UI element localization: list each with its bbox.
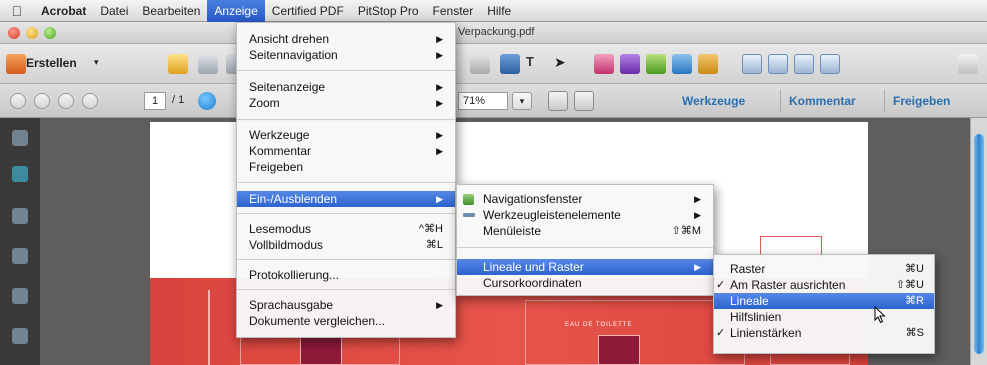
ein-ausblenden-submenu: Navigationsfenster ▶ Werkzeugleisteneleme…	[456, 184, 714, 296]
lineale-und-raster-submenu: Raster ⌘U ✓ Am Raster ausrichten ⇧⌘U Lineal…	[713, 254, 935, 354]
zoom-dropdown[interactable]: ▾	[512, 92, 532, 110]
menu-fenster[interactable]: Fenster	[426, 0, 481, 22]
menu-item-linienstaerken[interactable]: ✓ Linienstärken ⌘S	[714, 325, 934, 341]
first-page-icon[interactable]	[10, 93, 26, 109]
menu-item-seitenanzeige[interactable]: Seitenanzeige ▶	[237, 79, 455, 95]
tab-werkzeuge[interactable]: Werkzeuge	[674, 90, 753, 112]
zoom-input[interactable]: 71%	[458, 92, 508, 110]
chart-icon[interactable]	[646, 54, 666, 74]
create-button-label[interactable]: Erstellen	[26, 56, 77, 70]
menu-item-freigeben[interactable]: Freigeben	[237, 159, 455, 175]
checkbox-field-icon[interactable]	[768, 54, 788, 74]
next-page-icon[interactable]	[58, 93, 74, 109]
attachments-panel-icon[interactable]	[12, 288, 28, 304]
scroll-thumb[interactable]	[974, 134, 984, 354]
layers-panel-icon[interactable]	[12, 248, 28, 264]
page-number-input[interactable]: 1	[144, 92, 166, 110]
vertical-scrollbar[interactable]	[970, 118, 987, 365]
menu-item-cursorkoordinaten[interactable]: Cursorkoordinaten	[457, 275, 713, 291]
menu-item-werkzeuge[interactable]: Werkzeuge ▶	[237, 127, 455, 143]
model-tree-panel-icon[interactable]	[12, 328, 28, 344]
left-navigation-panel	[0, 118, 40, 365]
dropdown-field-icon[interactable]	[820, 54, 840, 74]
menu-item-kommentar[interactable]: Kommentar ▶	[237, 143, 455, 159]
window-title: Verpackung.pdf	[458, 26, 535, 38]
create-dropdown-arrow[interactable]: ▾	[94, 57, 99, 68]
artwork-label: EAU DE TOILETTE	[565, 322, 633, 328]
menu-item-seitennavigation[interactable]: Seitennavigation ▶	[237, 47, 455, 63]
signatures-panel-icon[interactable]	[12, 208, 28, 224]
checkmark-icon: ✓	[716, 279, 726, 291]
menu-acrobat[interactable]: Acrobat	[34, 0, 93, 22]
text-tool-icon[interactable]: T	[526, 54, 546, 74]
menu-pitstop-pro[interactable]: PitStop Pro	[351, 0, 426, 22]
mouse-cursor-icon	[874, 306, 886, 324]
menu-item-ein-ausblenden[interactable]: Ein-/Ausblenden ▶	[237, 191, 455, 207]
menu-item-raster[interactable]: Raster ⌘U	[714, 261, 934, 277]
select-arrow-icon[interactable]: ➤	[554, 54, 574, 74]
menu-datei[interactable]: Datei	[93, 0, 135, 22]
menu-item-hilfslinien[interactable]: Hilfslinien	[714, 309, 934, 325]
menu-item-navigationsfenster[interactable]: Navigationsfenster ▶	[457, 191, 713, 207]
page-thumbs-icon[interactable]	[500, 54, 520, 74]
bookmarks-panel-icon[interactable]	[12, 166, 28, 182]
close-window-button[interactable]	[8, 27, 20, 39]
expand-icon[interactable]	[958, 54, 978, 74]
menu-item-zoom[interactable]: Zoom ▶	[237, 95, 455, 111]
zoom-window-button[interactable]	[44, 27, 56, 39]
minimize-window-button[interactable]	[26, 27, 38, 39]
menu-bar:  Acrobat Datei Bearbeiten Anzeige Certi…	[0, 0, 987, 22]
copy-icon[interactable]	[470, 54, 490, 74]
menu-item-sprachausgabe[interactable]: Sprachausgabe ▶	[237, 297, 455, 313]
anzeige-menu: Ansicht drehen ▶ Seitennavigation ▶ Seiten…	[236, 22, 456, 338]
menu-item-lineale[interactable]: Lineale ⌘R	[714, 293, 934, 309]
link-icon[interactable]	[620, 54, 640, 74]
pages-panel-icon[interactable]	[12, 130, 28, 146]
artwork-bottle	[300, 335, 342, 365]
menu-item-menueleiste[interactable]: Menüleiste ⇧⌘M	[457, 223, 713, 239]
main-toolbar: Erstellen ▾ T ➤	[0, 44, 987, 84]
menu-item-werkzeugleistenelemente[interactable]: Werkzeugleistenelemente ▶	[457, 207, 713, 223]
toolbar-items-icon	[463, 213, 475, 217]
menu-anzeige[interactable]: Anzeige	[207, 0, 265, 22]
menu-bearbeiten[interactable]: Bearbeiten	[135, 0, 207, 22]
tab-freigeben[interactable]: Freigeben	[884, 90, 958, 112]
menu-item-ansicht-drehen[interactable]: Ansicht drehen ▶	[237, 31, 455, 47]
tab-kommentar[interactable]: Kommentar	[780, 90, 864, 112]
last-page-icon[interactable]	[82, 93, 98, 109]
fit-width-icon[interactable]	[548, 91, 568, 111]
radio-field-icon[interactable]	[794, 54, 814, 74]
zoom-in-icon[interactable]	[198, 92, 216, 110]
menu-item-protokollierung[interactable]: Protokollierung...	[237, 267, 455, 283]
menu-item-am-raster-ausrichten[interactable]: ✓ Am Raster ausrichten ⇧⌘U	[714, 277, 934, 293]
create-icon[interactable]	[6, 54, 26, 74]
menu-item-lineale-und-raster[interactable]: Lineale und Raster ▶	[457, 259, 713, 275]
form-field-icon[interactable]	[742, 54, 762, 74]
menu-item-lesemodus[interactable]: Lesemodus ^⌘H	[237, 221, 455, 237]
window-titlebar: Verpackung.pdf	[0, 22, 987, 44]
menu-item-dokumente-vergleichen[interactable]: Dokumente vergleichen...	[237, 313, 455, 329]
menu-hilfe[interactable]: Hilfe	[480, 0, 518, 22]
save-icon[interactable]	[198, 54, 218, 74]
checkmark-icon: ✓	[716, 327, 726, 339]
previous-page-icon[interactable]	[34, 93, 50, 109]
navigation-pane-icon	[463, 194, 474, 205]
open-folder-icon[interactable]	[168, 54, 188, 74]
stamp-icon[interactable]	[698, 54, 718, 74]
page-count: / 1	[172, 94, 185, 106]
navigation-toolbar: 1 / 1 71% ▾ Werkzeuge Kommentar Freigebe…	[0, 84, 987, 118]
apple-icon[interactable]: 	[0, 3, 34, 19]
menu-item-vollbildmodus[interactable]: Vollbildmodus ⌘L	[237, 237, 455, 253]
crop-icon[interactable]	[594, 54, 614, 74]
image-icon[interactable]	[672, 54, 692, 74]
fit-page-icon[interactable]	[574, 91, 594, 111]
artwork-bottle	[598, 335, 640, 365]
menu-certified-pdf[interactable]: Certified PDF	[265, 0, 351, 22]
dieline	[208, 290, 210, 365]
